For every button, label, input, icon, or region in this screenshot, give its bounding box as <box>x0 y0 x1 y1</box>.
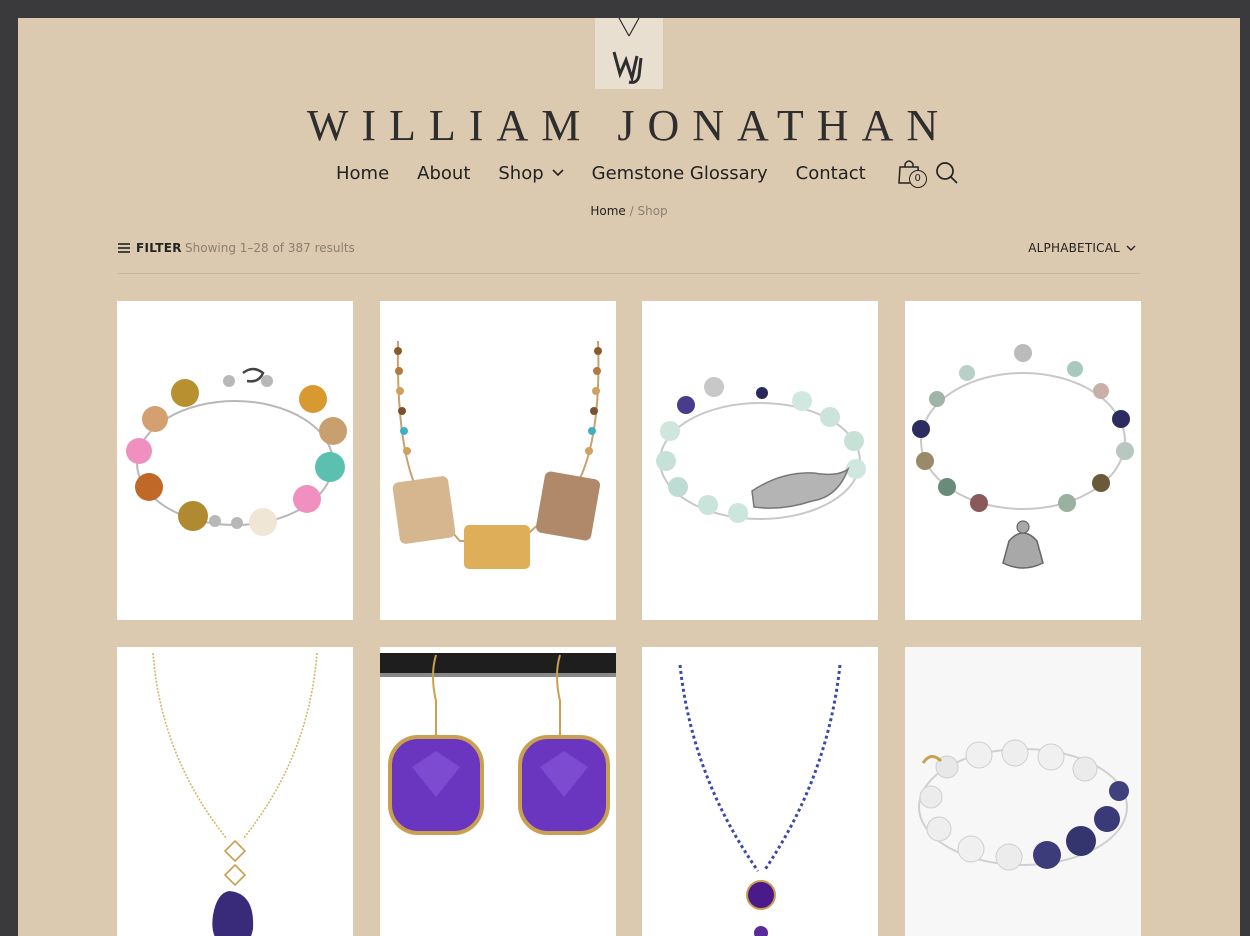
nav-icons: 0 <box>897 158 959 188</box>
nav-home-label: Home <box>336 162 390 184</box>
sort-label: ALPHABETICAL <box>1028 241 1120 255</box>
product-card[interactable] <box>117 647 353 936</box>
product-card[interactable] <box>380 647 616 936</box>
nav-shop-label: Shop <box>498 162 544 184</box>
nav-shop[interactable]: Shop <box>498 162 564 184</box>
breadcrumb-home[interactable]: Home <box>590 204 625 218</box>
shop-toolbar: FILTER Showing 1–28 of 387 results ALPHA… <box>118 240 1140 274</box>
result-count: Showing 1–28 of 387 results <box>185 241 355 255</box>
chevron-down-icon[interactable] <box>552 169 564 177</box>
nav-contact-label: Contact <box>795 162 866 184</box>
hamburger-icon <box>118 243 130 253</box>
brand-name[interactable]: WILLIAM JONATHAN <box>18 100 1240 151</box>
breadcrumb-separator: / <box>629 204 634 218</box>
filter-label: FILTER <box>136 241 182 255</box>
search-icon[interactable] <box>935 161 959 185</box>
breadcrumb-current: Shop <box>637 204 668 218</box>
nav-glossary-label: Gemstone Glossary <box>591 162 768 184</box>
main-nav: Home About Shop Gemstone Glossary Contac… <box>336 158 959 188</box>
product-image-necklace <box>642 647 878 936</box>
cart-button[interactable]: 0 <box>897 158 927 188</box>
nav-about-label: About <box>417 162 471 184</box>
product-image-bracelet <box>905 647 1141 936</box>
logo-mark-icon <box>612 18 643 84</box>
chevron-down-icon <box>1126 245 1136 251</box>
nav-about[interactable]: About <box>417 163 470 184</box>
product-image-earrings <box>380 647 616 936</box>
page: WILLIAM JONATHAN Home About Shop Gemston… <box>18 18 1240 936</box>
brand-logo[interactable] <box>595 18 663 89</box>
cart-count-badge: 0 <box>908 170 927 188</box>
product-card[interactable] <box>380 301 616 620</box>
product-card[interactable] <box>905 647 1141 936</box>
product-image-bracelet <box>905 301 1141 620</box>
product-card[interactable] <box>905 301 1141 620</box>
product-card[interactable] <box>117 301 353 620</box>
product-image-bracelet <box>642 301 878 620</box>
product-card[interactable] <box>642 647 878 936</box>
nav-gemstone-glossary[interactable]: Gemstone Glossary <box>592 163 768 184</box>
product-image-bracelet <box>117 301 353 620</box>
product-image-necklace <box>117 647 353 936</box>
nav-home[interactable]: Home <box>336 163 389 184</box>
breadcrumb: Home / Shop <box>18 204 1240 218</box>
product-card[interactable] <box>642 301 878 620</box>
sort-dropdown[interactable]: ALPHABETICAL <box>1028 241 1136 255</box>
product-image-necklace <box>380 301 616 620</box>
nav-contact[interactable]: Contact <box>796 163 866 184</box>
filter-button[interactable]: FILTER <box>118 240 182 256</box>
